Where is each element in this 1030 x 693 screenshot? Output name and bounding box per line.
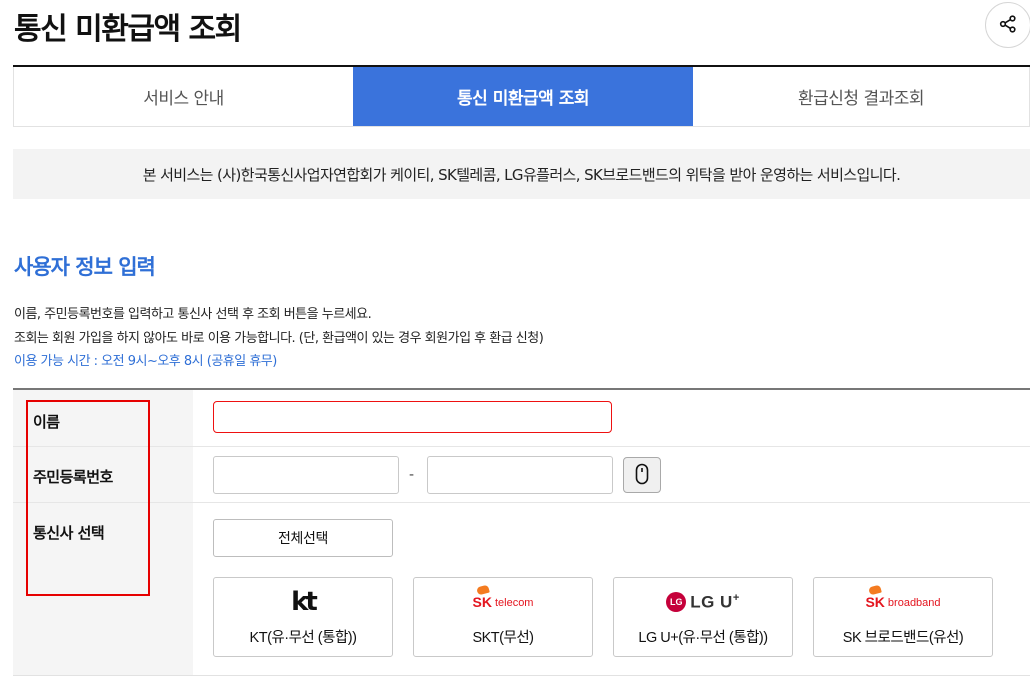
sk-telecom-logo-inner: SK telecom bbox=[472, 584, 534, 610]
carrier-kt-label: KT(유·무선 (통합)) bbox=[249, 630, 357, 646]
rrn-back-input[interactable] bbox=[427, 456, 613, 494]
carrier-skt-button[interactable]: SK telecom SKT(무선) bbox=[413, 577, 593, 657]
share-button[interactable] bbox=[985, 2, 1030, 48]
keypad-icon bbox=[635, 463, 649, 488]
sk-telecom-word: telecom bbox=[494, 596, 534, 609]
carrier-lgu-label: LG U+(유·무선 (통합)) bbox=[638, 630, 768, 646]
lg-uplus-logo-inner: LG LG U+ bbox=[666, 592, 740, 613]
carrier-label: 통신사 선택 bbox=[33, 524, 105, 542]
kt-logo: kt bbox=[291, 587, 318, 617]
sk-mark-text: SK bbox=[865, 594, 885, 610]
sk-mark: SK bbox=[472, 584, 492, 610]
lg-uplus-logo: LG LG U+ bbox=[614, 588, 792, 616]
sk-mark: SK bbox=[865, 584, 885, 610]
lg-uplus-text: LG U+ bbox=[690, 592, 740, 613]
carrier-skt-label: SKT(무선) bbox=[472, 630, 534, 646]
instruction-text: 이름, 주민등록번호를 입력하고 통신사 선택 후 조회 버튼을 누르세요. bbox=[14, 307, 372, 322]
carrier-skb-button[interactable]: SK broadband SK 브로드밴드(유선) bbox=[813, 577, 993, 657]
carrier-lgu-button[interactable]: LG LG U+ LG U+(유·무선 (통합)) bbox=[613, 577, 793, 657]
sk-telecom-logo: SK telecom bbox=[414, 584, 592, 616]
row-divider bbox=[13, 446, 1030, 447]
tab-refund-result[interactable]: 환급신청 결과조회 bbox=[693, 67, 1030, 126]
share-icon bbox=[999, 14, 1017, 36]
row-divider bbox=[13, 502, 1030, 503]
user-info-form: 이름 주민등록번호 통신사 선택 - 전체선택 kt KT(유·무선 (통합))… bbox=[13, 388, 1030, 676]
sk-broadband-word: broadband bbox=[887, 596, 941, 609]
section-title: 사용자 정보 입력 bbox=[14, 255, 156, 279]
tab-service-info[interactable]: 서비스 안내 bbox=[13, 67, 353, 126]
notice-banner: 본 서비스는 (사)한국통신사업자연합회가 케이티, SK텔레콤, LG유플러스… bbox=[13, 149, 1030, 199]
lg-plus-sign: + bbox=[732, 591, 740, 604]
page-title: 통신 미환급액 조회 bbox=[14, 12, 242, 47]
carrier-skb-label: SK 브로드밴드(유선) bbox=[842, 630, 964, 646]
carrier-kt-button[interactable]: kt KT(유·무선 (통합)) bbox=[213, 577, 393, 657]
sk-mark-text: SK bbox=[472, 594, 492, 610]
instruction-text-2: 조회는 회원 가입을 하지 않아도 바로 이용 가능합니다. (단, 환급액이 … bbox=[14, 331, 544, 346]
rrn-separator: - bbox=[409, 467, 415, 483]
service-hours-text: 이용 가능 시간 : 오전 9시~오후 8시 (공휴일 휴무) bbox=[14, 354, 277, 369]
secure-keypad-button[interactable] bbox=[623, 457, 661, 493]
lg-uplus-word: LG U bbox=[690, 592, 733, 612]
sk-broadband-logo-inner: SK broadband bbox=[865, 584, 941, 610]
name-label: 이름 bbox=[33, 413, 60, 431]
sk-broadband-logo: SK broadband bbox=[814, 584, 992, 616]
name-input[interactable] bbox=[213, 401, 612, 433]
tab-bar: 서비스 안내 통신 미환급액 조회 환급신청 결과조회 bbox=[13, 65, 1030, 127]
select-all-button[interactable]: 전체선택 bbox=[213, 519, 393, 557]
lg-circle-icon: LG bbox=[666, 592, 687, 612]
rrn-front-input[interactable] bbox=[213, 456, 399, 494]
tab-unrefunded-lookup[interactable]: 통신 미환급액 조회 bbox=[353, 67, 693, 126]
rrn-label: 주민등록번호 bbox=[33, 468, 113, 486]
